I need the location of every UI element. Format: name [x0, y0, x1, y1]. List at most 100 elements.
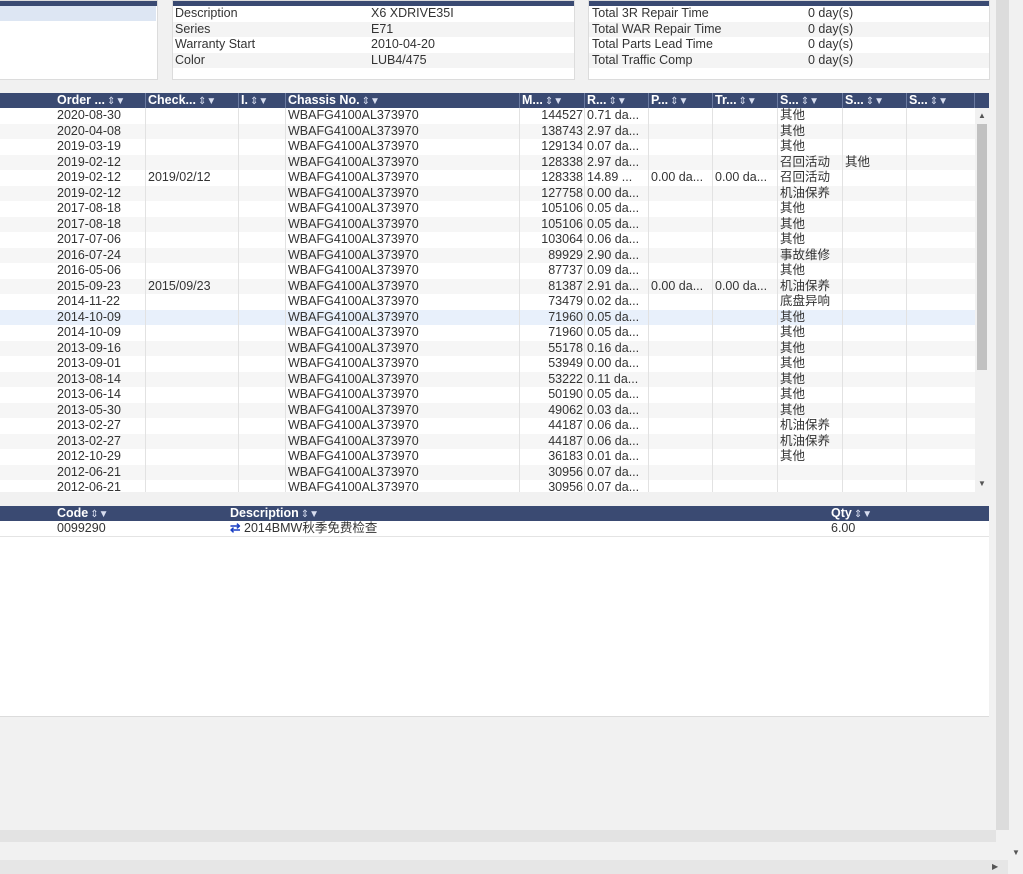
- history-cell: 2019-02-12: [57, 185, 121, 200]
- sort-filter-icon[interactable]: ⇕▼: [301, 509, 319, 520]
- sort-filter-icon[interactable]: ⇕▼: [608, 96, 626, 107]
- detail-row[interactable]: 0099290 ⇄ 2014BMW秋季免费检查 6.00: [0, 521, 989, 537]
- right-splitter[interactable]: [996, 0, 1009, 830]
- history-cell: 50190: [548, 387, 583, 401]
- history-table-row[interactable]: 2019-02-12 2019/02/12 WBAFG4100AL373970 128…: [0, 170, 975, 186]
- history-table-row[interactable]: 2013-09-01 WBAFG4100AL373970 53949 0.00 da.…: [0, 356, 975, 372]
- window-scroll-down-icon[interactable]: ▼: [1012, 848, 1020, 857]
- history-cell: 其他: [780, 216, 806, 231]
- history-cell: [241, 170, 284, 186]
- history-cell: 138743: [541, 123, 583, 138]
- history-table-row[interactable]: 2015-09-23 2015/09/23 WBAFG4100AL373970 813…: [0, 278, 975, 295]
- history-column-header[interactable]: S... ⇕▼: [778, 93, 843, 108]
- sort-filter-icon[interactable]: ⇕▼: [801, 96, 819, 107]
- sort-filter-icon[interactable]: ⇕▼: [866, 96, 884, 107]
- column-header-qty[interactable]: Qty ⇕▼: [831, 506, 872, 522]
- history-cell: 其他: [780, 201, 806, 215]
- history-cell: [845, 232, 905, 248]
- sort-filter-icon[interactable]: ⇕▼: [930, 96, 948, 107]
- history-column-header[interactable]: M... ⇕▼: [520, 93, 585, 108]
- history-table-row[interactable]: 2017-07-06 WBAFG4100AL373970 103064 0.06 da…: [0, 232, 975, 248]
- history-table-row[interactable]: 2020-08-30 WBAFG4100AL373970 144527 0.71 da…: [0, 108, 975, 124]
- history-cell: [780, 465, 841, 481]
- sort-filter-icon[interactable]: ⇕▼: [90, 509, 108, 520]
- sort-filter-icon[interactable]: ⇕▼: [362, 96, 380, 107]
- history-table-row[interactable]: 2019-03-19 WBAFG4100AL373970 129134 0.07 da…: [0, 139, 975, 155]
- history-cell: [845, 310, 905, 326]
- history-table-row[interactable]: 2016-07-24 WBAFG4100AL373970 89929 2.90 da.…: [0, 247, 975, 264]
- history-table-row[interactable]: 2019-02-12 WBAFG4100AL373970 127758 0.00 da…: [0, 185, 975, 202]
- info-value: 0 day(s): [808, 21, 854, 36]
- history-table-row[interactable]: 2017-08-18 WBAFG4100AL373970 105106 0.05 da…: [0, 216, 975, 233]
- history-cell: 2019-03-19: [57, 139, 121, 153]
- history-table-row[interactable]: 2012-06-21 WBAFG4100AL373970 30956 0.07 da.…: [0, 480, 975, 492]
- column-header-code[interactable]: Code ⇕▼: [57, 506, 109, 522]
- history-cell: [715, 186, 776, 202]
- history-cell: [715, 310, 776, 326]
- history-table-row[interactable]: 2013-02-27 WBAFG4100AL373970 44187 0.06 da.…: [0, 418, 975, 434]
- history-cell: [715, 232, 776, 248]
- history-column-header[interactable]: S... ⇕▼: [843, 93, 907, 108]
- history-cell: [241, 403, 284, 419]
- history-cell: [241, 217, 284, 233]
- history-cell: [651, 325, 711, 341]
- history-cell: 0.16 da...: [587, 340, 640, 355]
- history-table-row[interactable]: 2017-08-18 WBAFG4100AL373970 105106 0.05 da…: [0, 201, 975, 217]
- link-arrows-icon[interactable]: ⇄: [230, 521, 240, 536]
- history-cell: [241, 155, 284, 171]
- horizontal-scrollbar[interactable]: [0, 860, 1008, 874]
- info-row: Series E71: [173, 21, 574, 37]
- sort-filter-icon[interactable]: ⇕▼: [250, 96, 268, 107]
- sort-filter-icon[interactable]: ⇕▼: [739, 96, 757, 107]
- history-cell: 其他: [780, 325, 806, 339]
- history-table-row[interactable]: 2013-09-16 WBAFG4100AL373970 55178 0.16 da.…: [0, 340, 975, 356]
- history-table-row[interactable]: 2014-11-22 WBAFG4100AL373970 73479 0.02 da.…: [0, 294, 975, 310]
- history-cell: [241, 248, 284, 264]
- scroll-down-arrow-icon[interactable]: ▼: [978, 479, 986, 488]
- sort-filter-icon[interactable]: ⇕▼: [854, 509, 872, 520]
- history-cell: 2015-09-23: [57, 278, 121, 293]
- history-table-row[interactable]: 2013-06-14 WBAFG4100AL373970 50190 0.05 da.…: [0, 387, 975, 403]
- history-column-header[interactable]: S... ⇕▼: [907, 93, 975, 108]
- window-scrollbar[interactable]: [1009, 0, 1023, 860]
- history-table-row[interactable]: 2013-05-30 WBAFG4100AL373970 49062 0.03 da.…: [0, 402, 975, 419]
- history-column-header[interactable]: Tr... ⇕▼: [713, 93, 778, 108]
- sort-filter-icon[interactable]: ⇕▼: [670, 96, 688, 107]
- history-cell: 2013-06-14: [57, 387, 121, 401]
- history-table-row[interactable]: 2014-10-09 WBAFG4100AL373970 71960 0.05 da.…: [0, 325, 975, 341]
- info-row: Warranty Start 2010-04-20: [173, 37, 574, 52]
- sort-filter-icon[interactable]: ⇕▼: [107, 96, 125, 107]
- history-table-row[interactable]: 2016-05-06 WBAFG4100AL373970 87737 0.09 da.…: [0, 263, 975, 279]
- sort-filter-icon[interactable]: ⇕▼: [545, 96, 563, 107]
- history-column-header[interactable]: R... ⇕▼: [585, 93, 649, 108]
- history-table-row[interactable]: 2019-02-12 WBAFG4100AL373970 128338 2.97 da…: [0, 154, 975, 171]
- history-table-row[interactable]: 2020-04-08 WBAFG4100AL373970 138743 2.97 da…: [0, 123, 975, 139]
- scroll-right-arrow-icon[interactable]: ▶: [992, 862, 998, 871]
- history-cell: 71960: [548, 309, 583, 324]
- history-cell: [651, 263, 711, 279]
- history-cell: WBAFG4100AL373970: [288, 278, 419, 293]
- history-table-row[interactable]: 2012-10-29 WBAFG4100AL373970 36183 0.01 da.…: [0, 449, 975, 465]
- history-table-row[interactable]: 2013-02-27 WBAFG4100AL373970 44187 0.06 da.…: [0, 433, 975, 449]
- history-cell: 2013-09-01: [57, 356, 121, 370]
- history-cell: 2.97 da...: [587, 123, 640, 138]
- history-cell: [241, 387, 284, 403]
- scroll-up-arrow-icon[interactable]: ▲: [978, 111, 986, 120]
- sort-filter-icon[interactable]: ⇕▼: [198, 96, 216, 107]
- history-cell: [909, 279, 973, 295]
- history-column-header[interactable]: Check... ⇕▼: [146, 93, 239, 108]
- history-table-row[interactable]: 2012-06-21 WBAFG4100AL373970 30956 0.07 da.…: [0, 464, 975, 481]
- history-cell: WBAFG4100AL373970: [288, 325, 419, 339]
- history-column-header[interactable]: P... ⇕▼: [649, 93, 713, 108]
- history-column-header[interactable]: Chassis No. ⇕▼: [286, 93, 520, 108]
- history-cell: [780, 480, 841, 492]
- history-table-row[interactable]: 2013-08-14 WBAFG4100AL373970 53222 0.11 da.…: [0, 371, 975, 387]
- info-label: Total WAR Repair Time: [592, 21, 722, 36]
- history-cell: WBAFG4100AL373970: [288, 139, 419, 153]
- column-header-description[interactable]: Description ⇕▼: [230, 506, 319, 522]
- history-column-header[interactable]: Order ... ⇕▼: [55, 93, 146, 108]
- history-column-header[interactable]: I. ⇕▼: [239, 93, 286, 108]
- history-table-row[interactable]: 2014-10-09 WBAFG4100AL373970 71960 0.05 da.…: [0, 309, 975, 326]
- info-label: Total Traffic Comp: [592, 52, 693, 67]
- history-scroll-thumb[interactable]: [977, 124, 987, 370]
